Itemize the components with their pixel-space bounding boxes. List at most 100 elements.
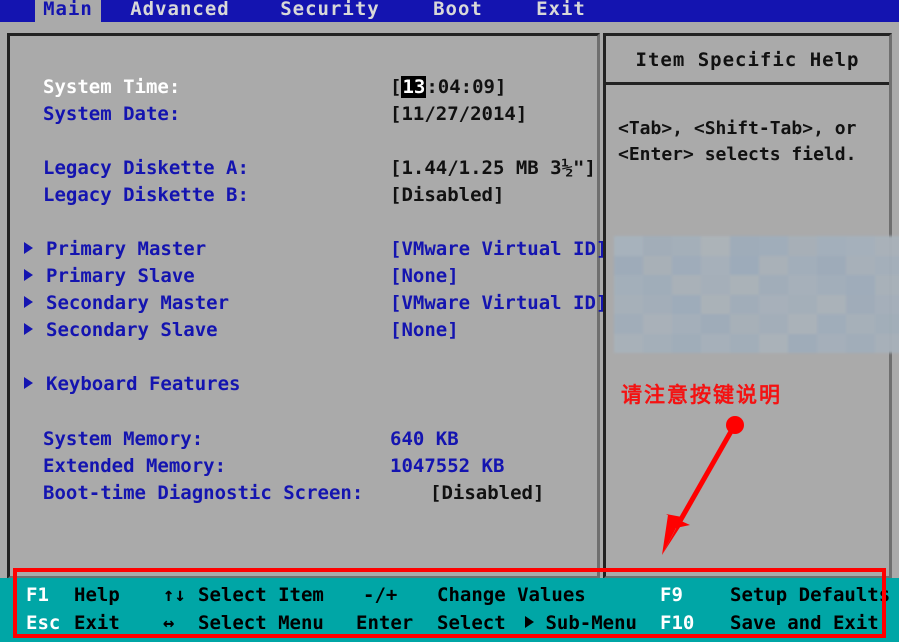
mosaic-cell bbox=[759, 295, 788, 315]
settings-row[interactable]: System Memory: 640 KB bbox=[10, 426, 597, 453]
mosaic-cell bbox=[730, 275, 759, 295]
settings-row-label: Legacy Diskette A: bbox=[43, 155, 249, 182]
mosaic-cell bbox=[672, 256, 701, 276]
main-settings-panel: System Time: [13:04:09]System Date:[11/27… bbox=[7, 33, 600, 579]
mosaic-cell bbox=[614, 275, 643, 295]
settings-row[interactable]: Primary Master[VMware Virtual ID] bbox=[10, 236, 597, 263]
footer-key-cell: F10 bbox=[660, 610, 694, 637]
footer-key-cell: Esc bbox=[26, 610, 60, 637]
mosaic-cell bbox=[614, 334, 643, 354]
mosaic-cell bbox=[701, 334, 730, 354]
mosaic-cell bbox=[701, 295, 730, 315]
mosaic-cell bbox=[672, 275, 701, 295]
submenu-arrow-icon bbox=[24, 242, 33, 254]
mosaic-cell bbox=[701, 256, 730, 276]
settings-row-label: Secondary Master bbox=[46, 290, 229, 317]
settings-row-value[interactable]: [Disabled] bbox=[430, 480, 544, 507]
settings-row-value[interactable]: [Disabled] bbox=[390, 182, 504, 209]
settings-row-value[interactable]: [1.44/1.25 MB 3½"] bbox=[390, 155, 596, 182]
mosaic-cell bbox=[701, 314, 730, 334]
mosaic-cell bbox=[817, 236, 846, 256]
settings-row[interactable]: Boot-time Diagnostic Screen:[Disabled] bbox=[10, 480, 597, 507]
submenu-arrow-icon bbox=[24, 269, 33, 281]
footer-key-cell: Select Item bbox=[198, 582, 324, 609]
settings-row[interactable]: Extended Memory: 1047552 KB bbox=[10, 453, 597, 480]
footer-key-cell: Save and Exit bbox=[730, 610, 879, 637]
footer-key-legend-bar: F1Help↑↓Select Item-/+Change ValuesF9Set… bbox=[0, 578, 899, 642]
settings-row-label: Primary Master bbox=[46, 236, 206, 263]
footer-key-cell: ↔ bbox=[163, 610, 174, 637]
settings-row-label: Legacy Diskette B: bbox=[43, 182, 249, 209]
settings-row[interactable]: Primary Slave [None] bbox=[10, 263, 597, 290]
settings-row-label: Extended Memory: bbox=[43, 453, 226, 480]
settings-row-label: System Memory: bbox=[43, 426, 203, 453]
mosaic-cell bbox=[846, 334, 875, 354]
settings-row-value[interactable]: [13:04:09] bbox=[390, 74, 506, 101]
mosaic-cell bbox=[614, 295, 643, 315]
mosaic-cell bbox=[672, 314, 701, 334]
mosaic-cell bbox=[759, 275, 788, 295]
mosaic-cell bbox=[672, 334, 701, 354]
settings-row-label: Keyboard Features bbox=[46, 371, 240, 398]
menu-tab-exit[interactable]: Exit bbox=[528, 0, 594, 22]
settings-row-list: System Time: [13:04:09]System Date:[11/27… bbox=[10, 36, 597, 576]
settings-row[interactable]: Legacy Diskette A: [1.44/1.25 MB 3½"] bbox=[10, 155, 597, 182]
annotation-arrow-icon bbox=[620, 395, 780, 575]
mosaic-cell bbox=[788, 275, 817, 295]
mosaic-cell bbox=[672, 236, 701, 256]
settings-row[interactable]: Keyboard Features bbox=[10, 371, 597, 398]
settings-row[interactable]: Secondary Master[VMware Virtual ID] bbox=[10, 290, 597, 317]
settings-row-value[interactable]: [11/27/2014] bbox=[390, 101, 527, 128]
mosaic-cell bbox=[875, 256, 899, 276]
footer-key-cell: Select bbox=[437, 610, 506, 637]
mosaic-cell bbox=[614, 314, 643, 334]
mosaic-cell bbox=[817, 275, 846, 295]
help-panel-title: Item Specific Help bbox=[606, 36, 889, 85]
menu-tab-advanced[interactable]: Advanced bbox=[125, 0, 235, 22]
settings-row[interactable]: System Date:[11/27/2014] bbox=[10, 101, 597, 128]
settings-row-value[interactable]: [None] bbox=[390, 317, 459, 344]
menu-tab-boot[interactable]: Boot bbox=[425, 0, 491, 22]
mosaic-cell bbox=[701, 275, 730, 295]
mosaic-cell bbox=[759, 256, 788, 276]
footer-key-cell: F9 bbox=[660, 582, 683, 609]
settings-row[interactable]: Secondary Slave[None] bbox=[10, 317, 597, 344]
mosaic-cell bbox=[788, 256, 817, 276]
mosaic-cell bbox=[643, 236, 672, 256]
mosaic-cell bbox=[817, 334, 846, 354]
settings-row-value[interactable]: [None] bbox=[390, 263, 459, 290]
settings-row[interactable]: Legacy Diskette B: [Disabled] bbox=[10, 182, 597, 209]
footer-key-cell: -/+ bbox=[363, 582, 397, 609]
footer-key-cell: Select Menu bbox=[198, 610, 324, 637]
footer-key-label: Sub-Menu bbox=[534, 612, 637, 634]
settings-row[interactable]: System Time: [13:04:09] bbox=[10, 74, 597, 101]
bios-setup-screen: Main Advanced Security Boot Exit System Time… bbox=[0, 0, 899, 642]
mosaic-cell bbox=[643, 334, 672, 354]
settings-row-value[interactable]: 640 KB bbox=[390, 426, 459, 453]
mosaic-cell bbox=[875, 275, 899, 295]
mosaic-cell bbox=[759, 314, 788, 334]
footer-key-cell: F1 bbox=[26, 582, 49, 609]
mosaic-cell bbox=[614, 236, 643, 256]
mosaic-cell bbox=[643, 256, 672, 276]
settings-row-label: Primary Slave bbox=[46, 263, 195, 290]
mosaic-cell bbox=[846, 314, 875, 334]
settings-row-value[interactable]: 1047552 KB bbox=[390, 453, 504, 480]
menu-tab-security[interactable]: Security bbox=[275, 0, 385, 22]
field-cursor-highlight[interactable]: 13 bbox=[401, 76, 426, 98]
menu-tab-main[interactable]: Main bbox=[35, 0, 101, 22]
footer-key-cell: Help bbox=[74, 582, 120, 609]
mosaic-cell bbox=[788, 334, 817, 354]
mosaic-cell bbox=[875, 314, 899, 334]
footer-key-cell: Exit bbox=[74, 610, 120, 637]
settings-row-value[interactable]: [VMware Virtual ID] bbox=[390, 290, 607, 317]
mosaic-cell bbox=[759, 334, 788, 354]
mosaic-cell bbox=[730, 295, 759, 315]
mosaic-cell bbox=[643, 314, 672, 334]
mosaic-cell bbox=[875, 334, 899, 354]
mosaic-cell bbox=[817, 295, 846, 315]
settings-row-label: System Time: bbox=[43, 74, 180, 101]
settings-row-value[interactable]: [VMware Virtual ID] bbox=[390, 236, 607, 263]
mosaic-cell bbox=[846, 295, 875, 315]
footer-key-cell: Setup Defaults bbox=[730, 582, 890, 609]
